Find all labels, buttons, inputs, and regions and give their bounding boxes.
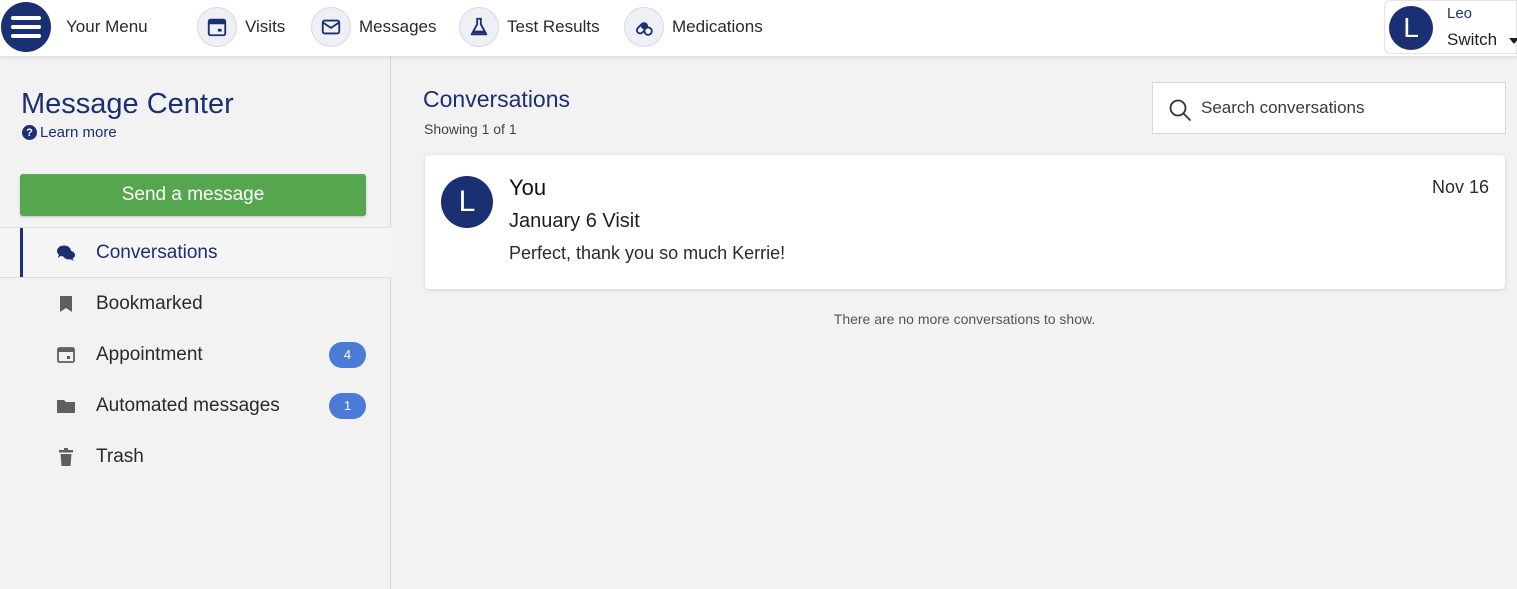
count-badge: 1 (329, 392, 366, 419)
nav-messages-label: Messages (359, 17, 437, 36)
calendar-icon (56, 345, 76, 365)
sidebar-item-label: Appointment (96, 343, 203, 365)
section-title: Conversations (423, 86, 571, 112)
flask-icon (459, 7, 499, 47)
page-title: Message Center (21, 88, 234, 120)
learn-more-label: Learn more (40, 124, 117, 141)
sidebar-item-trash[interactable]: Trash (0, 431, 391, 482)
end-of-list-text: There are no more conversations to show. (833, 311, 1096, 327)
chat-bubbles-icon (56, 243, 76, 263)
search-input[interactable] (1201, 83, 1497, 133)
your-menu-label[interactable]: Your Menu (66, 17, 148, 37)
sidebar-item-conversations[interactable]: Conversations (0, 227, 391, 278)
pills-icon (624, 7, 664, 47)
envelope-icon (311, 7, 351, 47)
nav-test-results[interactable]: Test Results (459, 5, 600, 49)
search-icon (1169, 99, 1191, 121)
top-navigation-bar: Your Menu Visits Messages Test Results M… (0, 0, 1517, 56)
question-icon: ? (22, 125, 37, 140)
sidebar-item-label: Bookmarked (96, 292, 203, 314)
nav-medications[interactable]: Medications (624, 5, 763, 49)
caret-down-icon (1509, 38, 1517, 44)
nav-visits-label: Visits (245, 17, 286, 36)
account-switcher[interactable]: L Leo Switch (1384, 0, 1517, 54)
folder-list: Conversations Bookmarked Appointment 4 A… (0, 227, 391, 482)
nav-messages[interactable]: Messages (311, 5, 436, 49)
nav-test-results-label: Test Results (507, 17, 600, 36)
avatar: L (441, 176, 493, 228)
conversation-sender: You (509, 175, 547, 200)
sidebar-item-label: Automated messages (96, 394, 280, 416)
hamburger-menu-icon[interactable] (1, 2, 51, 52)
account-name: Leo (1447, 5, 1473, 22)
conversation-card[interactable]: L You January 6 Visit Perfect, thank you… (425, 155, 1505, 289)
calendar-icon (197, 7, 237, 47)
sidebar: Message Center ? Learn more Send a messa… (0, 56, 391, 589)
learn-more-link[interactable]: ? Learn more (22, 124, 117, 141)
bookmark-icon (56, 294, 76, 314)
nav-medications-label: Medications (672, 17, 763, 36)
conversation-date: Nov 16 (1431, 177, 1489, 197)
search-box (1152, 82, 1506, 134)
sidebar-item-label: Trash (96, 445, 144, 467)
count-badge: 4 (329, 341, 366, 368)
avatar: L (1389, 6, 1433, 50)
sidebar-item-bookmarked[interactable]: Bookmarked (0, 278, 391, 329)
main-content: Conversations Showing 1 of 1 L You Janua… (392, 56, 1517, 589)
nav-visits[interactable]: Visits (197, 5, 285, 49)
result-count: Showing 1 of 1 (424, 121, 517, 137)
conversation-subject: January 6 Visit (509, 210, 640, 232)
conversation-preview: Perfect, thank you so much Kerrie! (509, 243, 786, 263)
folder-icon (56, 396, 76, 416)
sidebar-item-appointment[interactable]: Appointment 4 (0, 329, 391, 380)
trash-icon (56, 447, 76, 467)
sidebar-item-automated-messages[interactable]: Automated messages 1 (0, 380, 391, 431)
send-message-button[interactable]: Send a message (20, 174, 366, 216)
sidebar-item-label: Conversations (96, 241, 218, 263)
switch-label: Switch (1447, 30, 1498, 49)
